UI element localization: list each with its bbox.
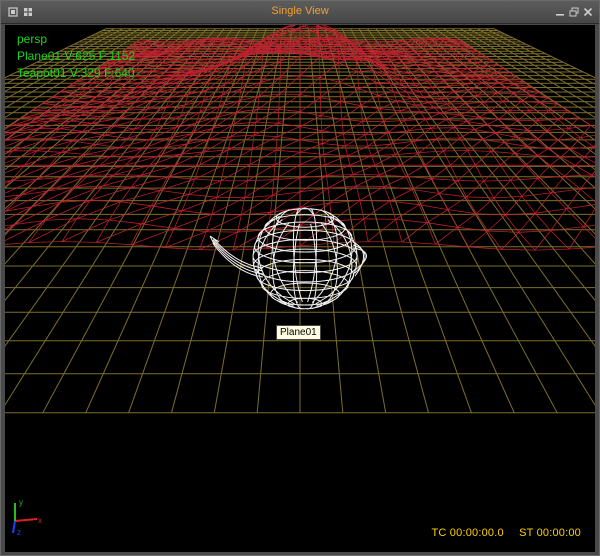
axis-x-label: x xyxy=(38,516,42,525)
3d-viewport[interactable]: persp Plane01 V:625 F:1152 Teapot01 V:32… xyxy=(5,25,595,552)
scene-render[interactable] xyxy=(5,25,595,552)
view-name-label: persp xyxy=(17,32,48,46)
restore-icon[interactable] xyxy=(568,6,579,17)
object-tooltip: Plane01 xyxy=(276,325,321,340)
close-icon[interactable] xyxy=(582,6,593,17)
object-stats-teapot: Teapot01 V:329 F:640 xyxy=(17,66,135,80)
title-bar[interactable]: Single View xyxy=(1,1,599,24)
axis-y-label: y xyxy=(19,498,23,507)
teapot-wireframe xyxy=(209,207,367,310)
scene-time: ST 00:00:00 xyxy=(519,527,581,539)
time-display: TC 00:00:00.0 ST 00:00:00 xyxy=(419,527,581,539)
minimize-icon[interactable] xyxy=(554,6,565,17)
axis-z-label: z xyxy=(17,528,21,537)
time-code: TC 00:00:00.0 xyxy=(431,527,504,539)
axis-gizmo-icon: y x z xyxy=(12,498,42,537)
object-stats-plane: Plane01 V:625 F:1152 xyxy=(17,49,136,63)
window-title: Single View xyxy=(271,5,329,17)
viewport-window: Single View persp Plane01 V:625 F:1152 T… xyxy=(0,0,600,556)
viewport-hud: persp Plane01 V:625 F:1152 Teapot01 V:32… xyxy=(17,31,135,82)
